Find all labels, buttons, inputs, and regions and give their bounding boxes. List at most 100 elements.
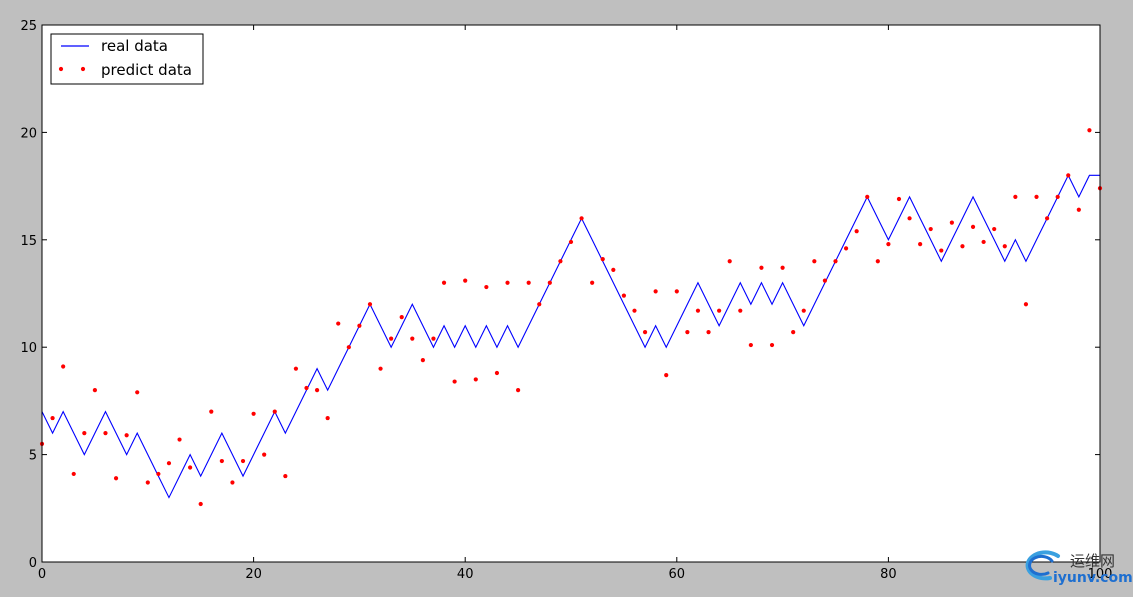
data-point-predict [600,257,605,262]
y-tick-label: 15 [20,234,37,249]
data-point-predict [907,216,912,221]
data-point-predict [516,388,521,393]
data-point-predict [1076,207,1081,212]
x-tick-label: 40 [457,567,474,582]
data-point-predict [843,246,849,251]
data-point-predict [367,302,373,307]
data-point-predict [82,431,87,436]
data-point-predict [526,280,531,285]
data-point-predict [833,259,838,264]
data-point-predict [378,366,383,371]
data-point-predict [706,330,711,335]
data-point-predict [1002,244,1007,249]
data-point-predict [156,471,161,477]
data-point-predict [568,239,574,245]
data-point-predict [1087,128,1092,133]
data-point-predict [812,259,817,264]
data-point-predict [219,458,224,464]
data-point-predict [886,242,891,247]
data-point-predict [875,259,880,264]
data-point-predict [336,321,341,326]
data-point-predict [92,388,97,393]
data-point-predict [50,415,55,421]
data-point-predict [1013,194,1018,199]
data-point-predict [854,229,859,234]
data-point-predict [251,411,256,416]
data-point-predict [653,289,658,294]
data-point-predict [1066,173,1071,178]
data-point-predict [198,501,203,507]
data-point-predict [611,267,616,272]
data-point-predict [960,244,965,249]
data-point-predict [135,390,140,395]
watermark-cn-text: 运维网 [1070,552,1115,570]
data-point-predict [431,336,436,341]
data-point-predict [621,293,627,298]
data-point-predict [970,224,976,230]
data-point-predict [262,452,267,457]
data-point-predict [759,265,764,270]
data-point-predict [505,280,510,285]
data-point-predict [283,473,288,479]
data-point-predict [145,480,150,485]
data-point-predict [441,280,447,285]
data-point-predict [579,216,584,221]
data-point-predict [822,278,828,283]
data-point-predict [674,289,679,294]
data-point-predict [103,431,108,436]
y-tick-label: 0 [29,556,37,571]
data-point-predict [981,239,986,245]
data-point-predict [939,248,944,253]
watermark: 运维网 iyunv.com [1025,550,1133,586]
x-tick-label: 60 [669,567,686,582]
data-point-predict [1034,194,1039,199]
data-point-predict [473,377,478,382]
data-point-predict [685,330,690,335]
data-point-predict [727,259,732,264]
data-point-predict [590,280,595,285]
data-point-predict [748,342,753,348]
data-point-predict [325,415,330,421]
data-point-predict [642,330,648,335]
data-point-predict [484,284,489,290]
data-point-predict [304,385,309,391]
y-tick-label: 20 [20,126,37,141]
data-point-predict [791,330,796,335]
data-point-predict [420,357,425,363]
data-point-predict [61,364,66,369]
data-point-predict [494,370,500,376]
data-point-predict [113,476,119,481]
data-point-predict [410,336,415,341]
y-tick-label: 25 [20,19,37,34]
data-point-predict [537,302,542,307]
data-point-predict [230,480,235,485]
data-point-predict [664,373,669,378]
data-point-predict [240,458,246,464]
data-point-predict [177,437,182,442]
data-point-predict [928,226,933,232]
data-point-predict [399,315,404,320]
chart-figure: 0 20 40 60 80 100 0 5 10 15 20 25 real data predict … [0,0,1133,593]
data-point-predict [314,388,320,393]
data-point-predict [949,220,954,225]
data-point-predict [1045,216,1050,221]
x-tick-label: 80 [880,567,897,582]
y-tick-label: 5 [29,449,37,464]
data-point-predict [293,366,299,371]
data-point-predict [558,259,563,264]
data-point-predict [918,242,923,247]
chart-svg: 0 20 40 60 80 1000510152025 real datapredict … [20,19,1133,586]
data-point-predict [1055,194,1060,199]
data-point-predict [209,409,214,414]
data-point-predict [357,323,362,328]
data-point-predict [896,196,902,202]
plot-area [42,25,1100,562]
data-point-predict [801,308,806,313]
data-point-predict [1023,302,1029,307]
data-point-predict [166,461,172,466]
data-point-predict [865,194,870,199]
y-tick-label: 10 [20,341,37,356]
data-point-predict [463,278,468,283]
data-point-predict [769,342,775,348]
data-point-predict [547,280,552,285]
